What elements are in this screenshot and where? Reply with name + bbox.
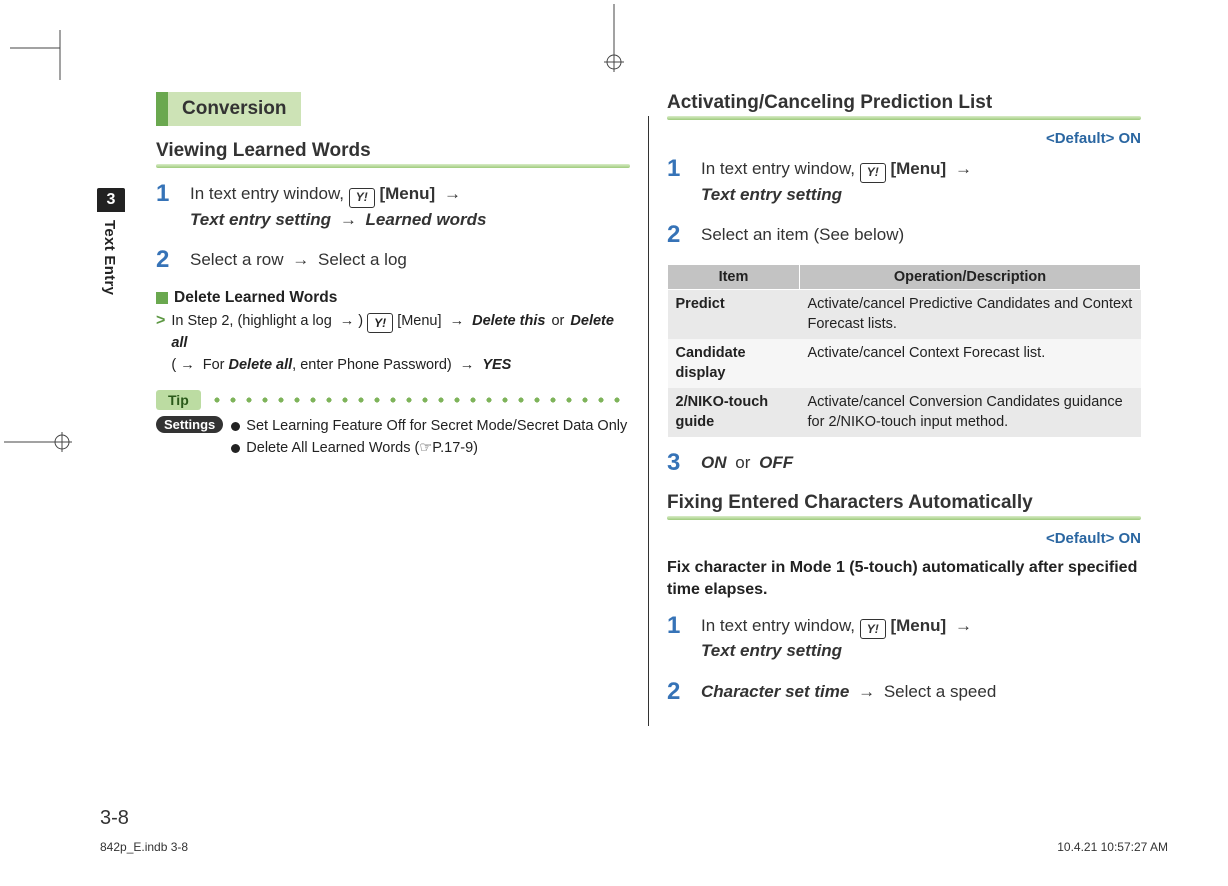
default-value-label: <Default> ON xyxy=(667,530,1141,547)
default-value-label: <Default> ON xyxy=(667,130,1141,147)
tip-dots-icon xyxy=(209,397,630,403)
page-number: 3-8 xyxy=(100,807,129,830)
y-key-icon: Y! xyxy=(860,163,886,183)
tip-row: Tip xyxy=(156,390,630,410)
step-1-fixing: 1 In text entry window, Y! [Menu] → Text… xyxy=(667,614,1141,664)
right-column: Activating/Canceling Prediction List <De… xyxy=(667,92,1141,726)
table-header-operation: Operation/Description xyxy=(800,264,1141,289)
step-1-viewing: 1 In text entry window, Y! [Menu] → Text… xyxy=(156,182,630,232)
operation-table: Item Operation/Description Predict Activ… xyxy=(667,264,1141,437)
step-1-activating: 1 In text entry window, Y! [Menu] → Text… xyxy=(667,157,1141,207)
left-column: Conversion Viewing Learned Words 1 In te… xyxy=(156,92,630,726)
settings-tips: Settings Set Learning Feature Off for Se… xyxy=(156,416,630,460)
column-divider xyxy=(648,116,649,726)
y-key-icon: Y! xyxy=(860,619,886,639)
step-3-activating: 3 ON or OFF xyxy=(667,451,1141,476)
tip-badge: Tip xyxy=(156,390,201,410)
table-row: Candidate display Activate/cancel Contex… xyxy=(668,339,1141,388)
crop-mark-top-left xyxy=(10,30,70,90)
delete-learned-words-block: Delete Learned Words > In Step 2, (highl… xyxy=(156,289,630,377)
bullet-icon xyxy=(231,422,240,431)
print-footer: 842p_E.indb 3-8 10.4.21 10:57:27 AM xyxy=(100,840,1168,854)
subheading-viewing-learned-words: Viewing Learned Words xyxy=(156,140,630,162)
section-heading-conversion: Conversion xyxy=(156,92,630,126)
bullet-icon xyxy=(231,444,240,453)
registration-mark-top xyxy=(604,4,624,74)
step-2-activating: 2 Select an item (See below) xyxy=(667,223,1141,248)
square-bullet-icon xyxy=(156,292,168,304)
table-row: Predict Activate/cancel Predictive Candi… xyxy=(668,289,1141,339)
subheading-fixing-characters: Fixing Entered Characters Automatically xyxy=(667,492,1141,514)
chapter-label: Text Entry xyxy=(97,212,122,295)
y-key-icon: Y! xyxy=(349,188,375,208)
chapter-number: 3 xyxy=(97,188,125,212)
table-row: 2/NIKO-touch guide Activate/cancel Conve… xyxy=(668,388,1141,437)
table-header-item: Item xyxy=(668,264,800,289)
chevron-right-icon: > xyxy=(156,311,165,377)
fixing-description: Fix character in Mode 1 (5-touch) automa… xyxy=(667,557,1141,602)
footer-timestamp: 10.4.21 10:57:27 AM xyxy=(1057,840,1168,854)
footer-filename: 842p_E.indb 3-8 xyxy=(100,840,188,854)
registration-mark-left xyxy=(4,432,74,452)
y-key-icon: Y! xyxy=(367,313,393,333)
subheading-activating-prediction: Activating/Canceling Prediction List xyxy=(667,92,1141,114)
settings-badge: Settings xyxy=(156,416,223,433)
chapter-side-tab: 3 Text Entry xyxy=(97,188,127,295)
step-2-fixing: 2 Character set time → Select a speed xyxy=(667,680,1141,705)
page-content: 3 Text Entry Conversion Viewing Learned … xyxy=(100,92,1148,812)
step-2-viewing: 2 Select a row → Select a log xyxy=(156,248,630,273)
